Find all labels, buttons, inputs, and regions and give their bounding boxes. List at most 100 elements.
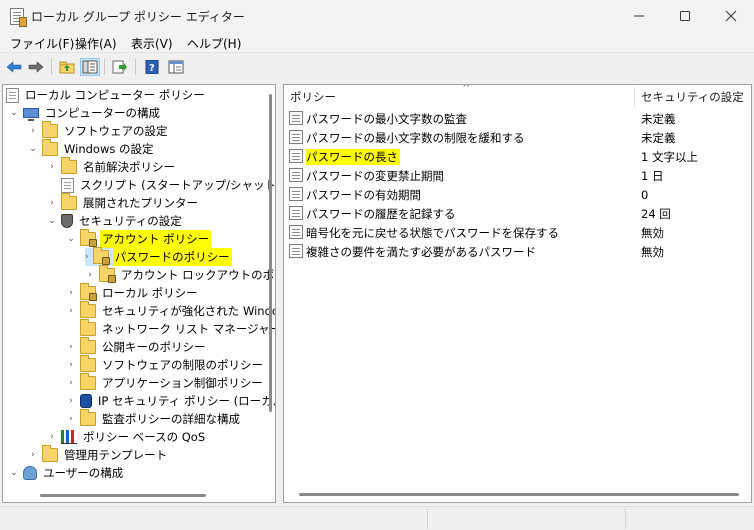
scrollbar-thumb[interactable] [269, 94, 272, 412]
policy-row[interactable]: パスワードの変更禁止期間 1 日 [284, 166, 751, 185]
tree-item-advanced-audit[interactable]: › 監査ポリシーの詳細な構成 [66, 409, 242, 428]
policy-value: 1 日 [641, 168, 664, 183]
policy-value: 無効 [641, 244, 664, 259]
folder-icon [80, 409, 96, 426]
list-horizontal-scrollbar[interactable] [299, 493, 739, 496]
export-list-icon [112, 60, 127, 74]
tree-item-user-configuration[interactable]: ⌄ ユーザーの構成 [9, 464, 125, 482]
maximize-button[interactable] [662, 0, 708, 32]
properties-button[interactable] [166, 58, 186, 76]
tree-item-label: Windows の設定 [64, 142, 154, 156]
show-hide-tree-icon [82, 60, 98, 74]
tree-horizontal-scrollbar[interactable] [4, 489, 266, 501]
tree-item-name-resolution-policy[interactable]: › 名前解決ポリシー [47, 157, 177, 176]
tree-item-label: ポリシー ベースの QoS [83, 430, 206, 444]
chevron-right-icon[interactable]: › [66, 392, 76, 410]
chevron-right-icon[interactable]: › [47, 158, 57, 176]
menu-file[interactable]: ファイル(F) [10, 35, 74, 52]
policy-row[interactable]: 複雑さの要件を満たす必要があるパスワード 無効 [284, 242, 751, 261]
policy-row[interactable]: パスワードの履歴を記録する 24 回 [284, 204, 751, 223]
tree-vertical-scrollbar[interactable] [266, 86, 274, 470]
policy-name: パスワードの最小文字数の監査 [306, 111, 467, 126]
tree-item-label: コンピューターの構成 [45, 106, 160, 120]
tree-item-administrative-templates[interactable]: › 管理用テンプレート [28, 445, 169, 464]
policy-row[interactable]: パスワードの最小文字数の監査 未定義 [284, 109, 751, 128]
chevron-right-icon[interactable]: › [66, 302, 76, 320]
tree-item-computer-configuration[interactable]: ⌄ コンピューターの構成 [9, 104, 162, 122]
chevron-right-icon[interactable]: › [66, 338, 76, 356]
export-list-button[interactable] [110, 58, 130, 76]
tree-item-local-policies[interactable]: › ローカル ポリシー [66, 283, 200, 302]
chevron-right-icon[interactable]: › [47, 428, 57, 446]
tree-item-windows-settings[interactable]: ⌄ Windows の設定 [28, 139, 156, 158]
chevron-right-icon[interactable]: › [28, 122, 38, 140]
policy-row[interactable]: パスワードの最小文字数の制限を緩和する 未定義 [284, 128, 751, 147]
help-button[interactable]: ? [142, 58, 162, 76]
policy-row-password-length[interactable]: パスワードの長さ 1 文字以上 [284, 147, 751, 166]
policy-setting-icon [289, 244, 303, 258]
menu-action[interactable]: 操作(A) [75, 35, 117, 52]
policy-list[interactable]: ^ ポリシー セキュリティの設定 パスワードの最小文字数の監査 未定義 パスワー… [283, 84, 752, 503]
policy-setting-icon [289, 130, 303, 144]
sort-ascending-icon: ^ [462, 84, 471, 94]
policy-name: 暗号化を元に戻せる状態でパスワードを保存する [306, 225, 559, 240]
tree-item-label: 展開されたプリンター [83, 196, 198, 210]
chevron-down-icon[interactable]: ⌄ [9, 464, 19, 482]
close-button[interactable] [708, 0, 754, 32]
policy-setting-icon [289, 149, 303, 163]
back-button[interactable] [4, 58, 24, 76]
show-hide-console-tree-button[interactable] [80, 58, 100, 76]
chevron-down-icon[interactable]: ⌄ [47, 212, 57, 230]
tree-item-password-policy[interactable]: › パスワードのポリシー [85, 247, 232, 266]
tree-item-label: ネットワーク リスト マネージャー ポリシー [102, 322, 276, 336]
chevron-right-icon[interactable]: › [47, 194, 57, 212]
chevron-right-icon[interactable]: › [85, 266, 95, 284]
policy-setting-icon [289, 225, 303, 239]
column-divider[interactable] [634, 87, 635, 107]
properties-icon [168, 60, 184, 74]
tree-item-local-computer-policy[interactable]: ローカル コンピューター ポリシー [6, 86, 207, 104]
scrollbar-thumb[interactable] [40, 494, 206, 497]
tree-item-public-key-policies[interactable]: › 公開キーのポリシー [66, 337, 208, 356]
folder-icon [42, 445, 58, 462]
tree-item-account-policies[interactable]: ⌄ アカウント ポリシー [66, 229, 212, 248]
menu-view[interactable]: 表示(V) [131, 35, 173, 52]
tree-item-windows-defender-firewall[interactable]: › セキュリティが強化された Windows Defender ファイアウォール [66, 301, 275, 320]
chevron-down-icon[interactable]: ⌄ [9, 104, 19, 122]
console-tree[interactable]: ローカル コンピューター ポリシー ⌄ コンピューターの構成 › ソフトウェアの… [2, 84, 276, 503]
folder-icon [61, 193, 77, 210]
chevron-down-icon[interactable]: ⌄ [66, 230, 76, 248]
tree-item-ip-security[interactable]: › IP セキュリティ ポリシー (ローカル コンピューター) [66, 392, 275, 410]
up-one-level-button[interactable] [57, 58, 77, 76]
tree-item-label: パスワードのポリシー [112, 248, 232, 266]
chevron-down-icon[interactable]: ⌄ [28, 140, 38, 158]
chevron-right-icon[interactable]: › [85, 248, 89, 266]
policy-name: パスワードの有効期間 [306, 187, 421, 202]
policy-row[interactable]: パスワードの有効期間 0 [284, 185, 751, 204]
tree-item-network-list-manager[interactable]: ネットワーク リスト マネージャー ポリシー [66, 319, 276, 338]
tree-item-software-settings[interactable]: › ソフトウェアの設定 [28, 121, 170, 140]
close-icon [725, 10, 737, 22]
script-icon [61, 177, 74, 193]
column-header-security-setting[interactable]: セキュリティの設定 [641, 85, 751, 109]
policy-row[interactable]: 暗号化を元に戻せる状態でパスワードを保存する 無効 [284, 223, 751, 242]
tree-item-software-restriction[interactable]: › ソフトウェアの制限のポリシー [66, 355, 265, 374]
minimize-button[interactable] [616, 0, 662, 32]
tree-item-label: セキュリティが強化された Windows Defender ファイアウォール [102, 304, 275, 318]
tree-item-label: ソフトウェアの設定 [64, 124, 168, 138]
tree-item-deployed-printers[interactable]: › 展開されたプリンター [47, 193, 200, 212]
tree-item-policy-based-qos[interactable]: › ポリシー ベースの QoS [47, 428, 207, 446]
tree-item-scripts[interactable]: スクリプト (スタートアップ/シャットダウン) [47, 176, 275, 194]
chevron-right-icon[interactable]: › [66, 374, 76, 392]
menu-help[interactable]: ヘルプ(H) [187, 35, 241, 52]
chevron-right-icon[interactable]: › [66, 356, 76, 374]
tree-item-application-control[interactable]: › アプリケーション制御ポリシー [66, 373, 265, 392]
tree-item-security-settings[interactable]: ⌄ セキュリティの設定 [47, 212, 184, 230]
forward-button[interactable] [26, 58, 46, 76]
tree-item-account-lockout-policy[interactable]: › アカウント ロックアウトのポリシー [85, 265, 275, 284]
chevron-right-icon[interactable]: › [66, 410, 76, 428]
column-header-policy[interactable]: ^ ポリシー [290, 85, 634, 109]
tree-item-label: アカウント ポリシー [100, 230, 212, 248]
chevron-right-icon[interactable]: › [66, 284, 76, 302]
chevron-right-icon[interactable]: › [28, 446, 38, 464]
